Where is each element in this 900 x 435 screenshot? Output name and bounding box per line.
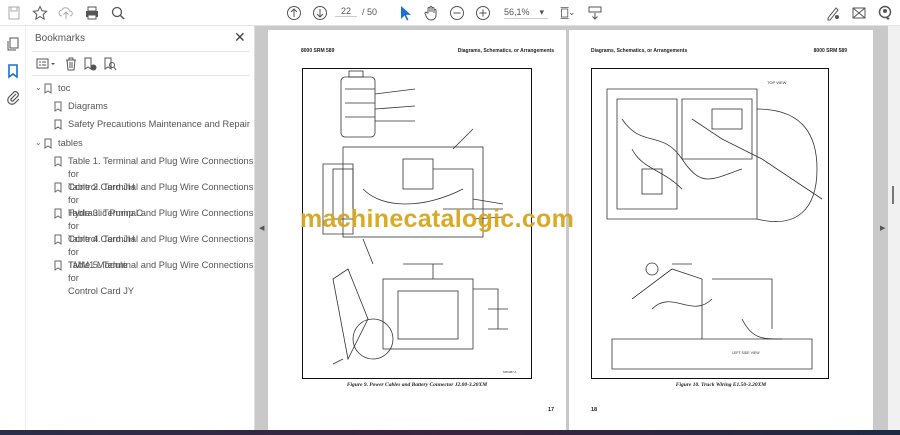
star-icon[interactable]	[31, 4, 49, 22]
page-number: 18	[591, 407, 598, 413]
previous-page-button[interactable]	[285, 4, 303, 22]
bookmark-icon	[44, 83, 52, 94]
bookmarks-title: Bookmarks	[35, 33, 86, 44]
page-fit-icon[interactable]	[556, 4, 578, 22]
find-bookmark-icon[interactable]	[103, 57, 117, 71]
collapse-toc-chevron[interactable]: ⌄	[35, 83, 42, 92]
page-total: / 50	[362, 7, 378, 17]
mail-icon[interactable]	[850, 4, 868, 22]
bookmark-icon	[54, 182, 62, 193]
bookmarks-panel-icon[interactable]	[5, 63, 21, 79]
options-menu-icon[interactable]	[36, 58, 56, 70]
collapse-panel-arrow[interactable]: ◀	[259, 224, 264, 232]
account-icon[interactable]	[876, 4, 894, 22]
page-number: 17	[548, 407, 555, 413]
bookmarks-toolbar	[32, 51, 250, 76]
bookmark-line: Table 3. Terminal and Plug Wire Connecti…	[68, 208, 254, 231]
search-icon[interactable]	[109, 4, 127, 22]
figure-10-diagram: TOP VIEW LEFT SIDE VIEW	[591, 68, 829, 379]
figure-10-caption: Figure 10. Truck Wiring E1.50-3.20XM	[675, 382, 767, 388]
page-thumbnails-icon[interactable]	[5, 36, 21, 52]
side-view-label: LEFT SIDE VIEW	[732, 351, 760, 355]
chevron-down-icon: ▾	[539, 7, 545, 17]
zoom-out-button[interactable]	[448, 4, 466, 22]
collapse-tables-chevron[interactable]: ⌄	[35, 138, 42, 147]
upload-cloud-icon[interactable]	[57, 4, 75, 22]
bookmark-icon	[54, 260, 62, 271]
bookmark-icon	[54, 234, 62, 245]
scroll-right-arrow[interactable]: ▶	[880, 224, 885, 232]
close-icon[interactable]: ✕	[234, 29, 246, 46]
add-bookmark-icon[interactable]	[83, 57, 97, 71]
bookmark-diagrams[interactable]: Diagrams	[68, 100, 108, 113]
zoom-level-select[interactable]: 56,1% ▾	[504, 7, 548, 19]
page-header-right: 8000 SRM 589	[813, 48, 847, 54]
bookmark-table-5[interactable]: Table 5. Terminal and Plug Wire Connecti…	[68, 259, 254, 298]
bookmark-icon	[44, 138, 52, 149]
taskbar	[0, 430, 900, 435]
truck-wiring-drawing: TOP VIEW LEFT SIDE VIEW	[606, 80, 823, 370]
page-number-input[interactable]: 22	[335, 6, 357, 17]
toolbar: 22 / 50 56,1% ▾	[0, 0, 900, 26]
bookmark-line: Table 1. Terminal and Plug Wire Connecti…	[68, 156, 254, 179]
zoom-value: 56,1%	[504, 7, 530, 17]
hand-tool-icon[interactable]	[422, 4, 440, 22]
next-page-button[interactable]	[311, 4, 329, 22]
print-icon[interactable]	[83, 4, 101, 22]
bookmarks-panel: Bookmarks ✕ ⌄ toc Diagrams Safety Precau…	[27, 26, 255, 430]
save-icon[interactable]	[5, 4, 23, 22]
bookmark-toc[interactable]: toc	[58, 82, 70, 95]
bookmark-icon	[54, 208, 62, 219]
page-header-left: 8000 SRM 589	[301, 48, 335, 54]
page-header-right: Diagrams, Schematics, or Arrangements	[457, 48, 554, 54]
attachments-icon[interactable]	[5, 89, 21, 105]
page-18: Diagrams, Schematics, or Arrangements 80…	[569, 30, 873, 430]
delete-icon[interactable]	[65, 57, 77, 71]
scroll-mode-icon[interactable]	[586, 4, 604, 22]
bookmark-tables[interactable]: tables	[58, 137, 83, 150]
side-nav-strip	[0, 26, 26, 430]
watermark: machinecatalogic.com	[300, 205, 575, 233]
bookmark-icon	[54, 119, 62, 130]
svg-text:M06087-1: M06087-1	[503, 370, 517, 374]
page-header-left: Diagrams, Schematics, or Arrangements	[591, 48, 688, 54]
figure-9-caption: Figure 9. Power Cables and Battery Conne…	[346, 382, 488, 388]
fill-sign-icon[interactable]	[824, 4, 842, 22]
bookmark-safety-precautions[interactable]: Safety Precautions Maintenance and Repai…	[68, 118, 250, 131]
bookmark-line: Control Card JY	[68, 286, 135, 296]
bookmark-icon	[54, 101, 62, 112]
select-cursor-icon[interactable]	[396, 4, 414, 22]
bookmark-icon	[54, 156, 62, 167]
bookmark-line: Table 5. Terminal and Plug Wire Connecti…	[68, 260, 254, 283]
zoom-in-button[interactable]	[474, 4, 492, 22]
bookmark-line: Table 4. Terminal and Plug Wire Connecti…	[68, 234, 254, 257]
scrollbar-thumb[interactable]	[892, 186, 894, 204]
top-view-label: TOP VIEW	[767, 80, 787, 85]
bookmark-line: Table 2. Terminal and Plug Wire Connecti…	[68, 182, 254, 205]
vertical-scrollbar[interactable]	[888, 26, 900, 430]
